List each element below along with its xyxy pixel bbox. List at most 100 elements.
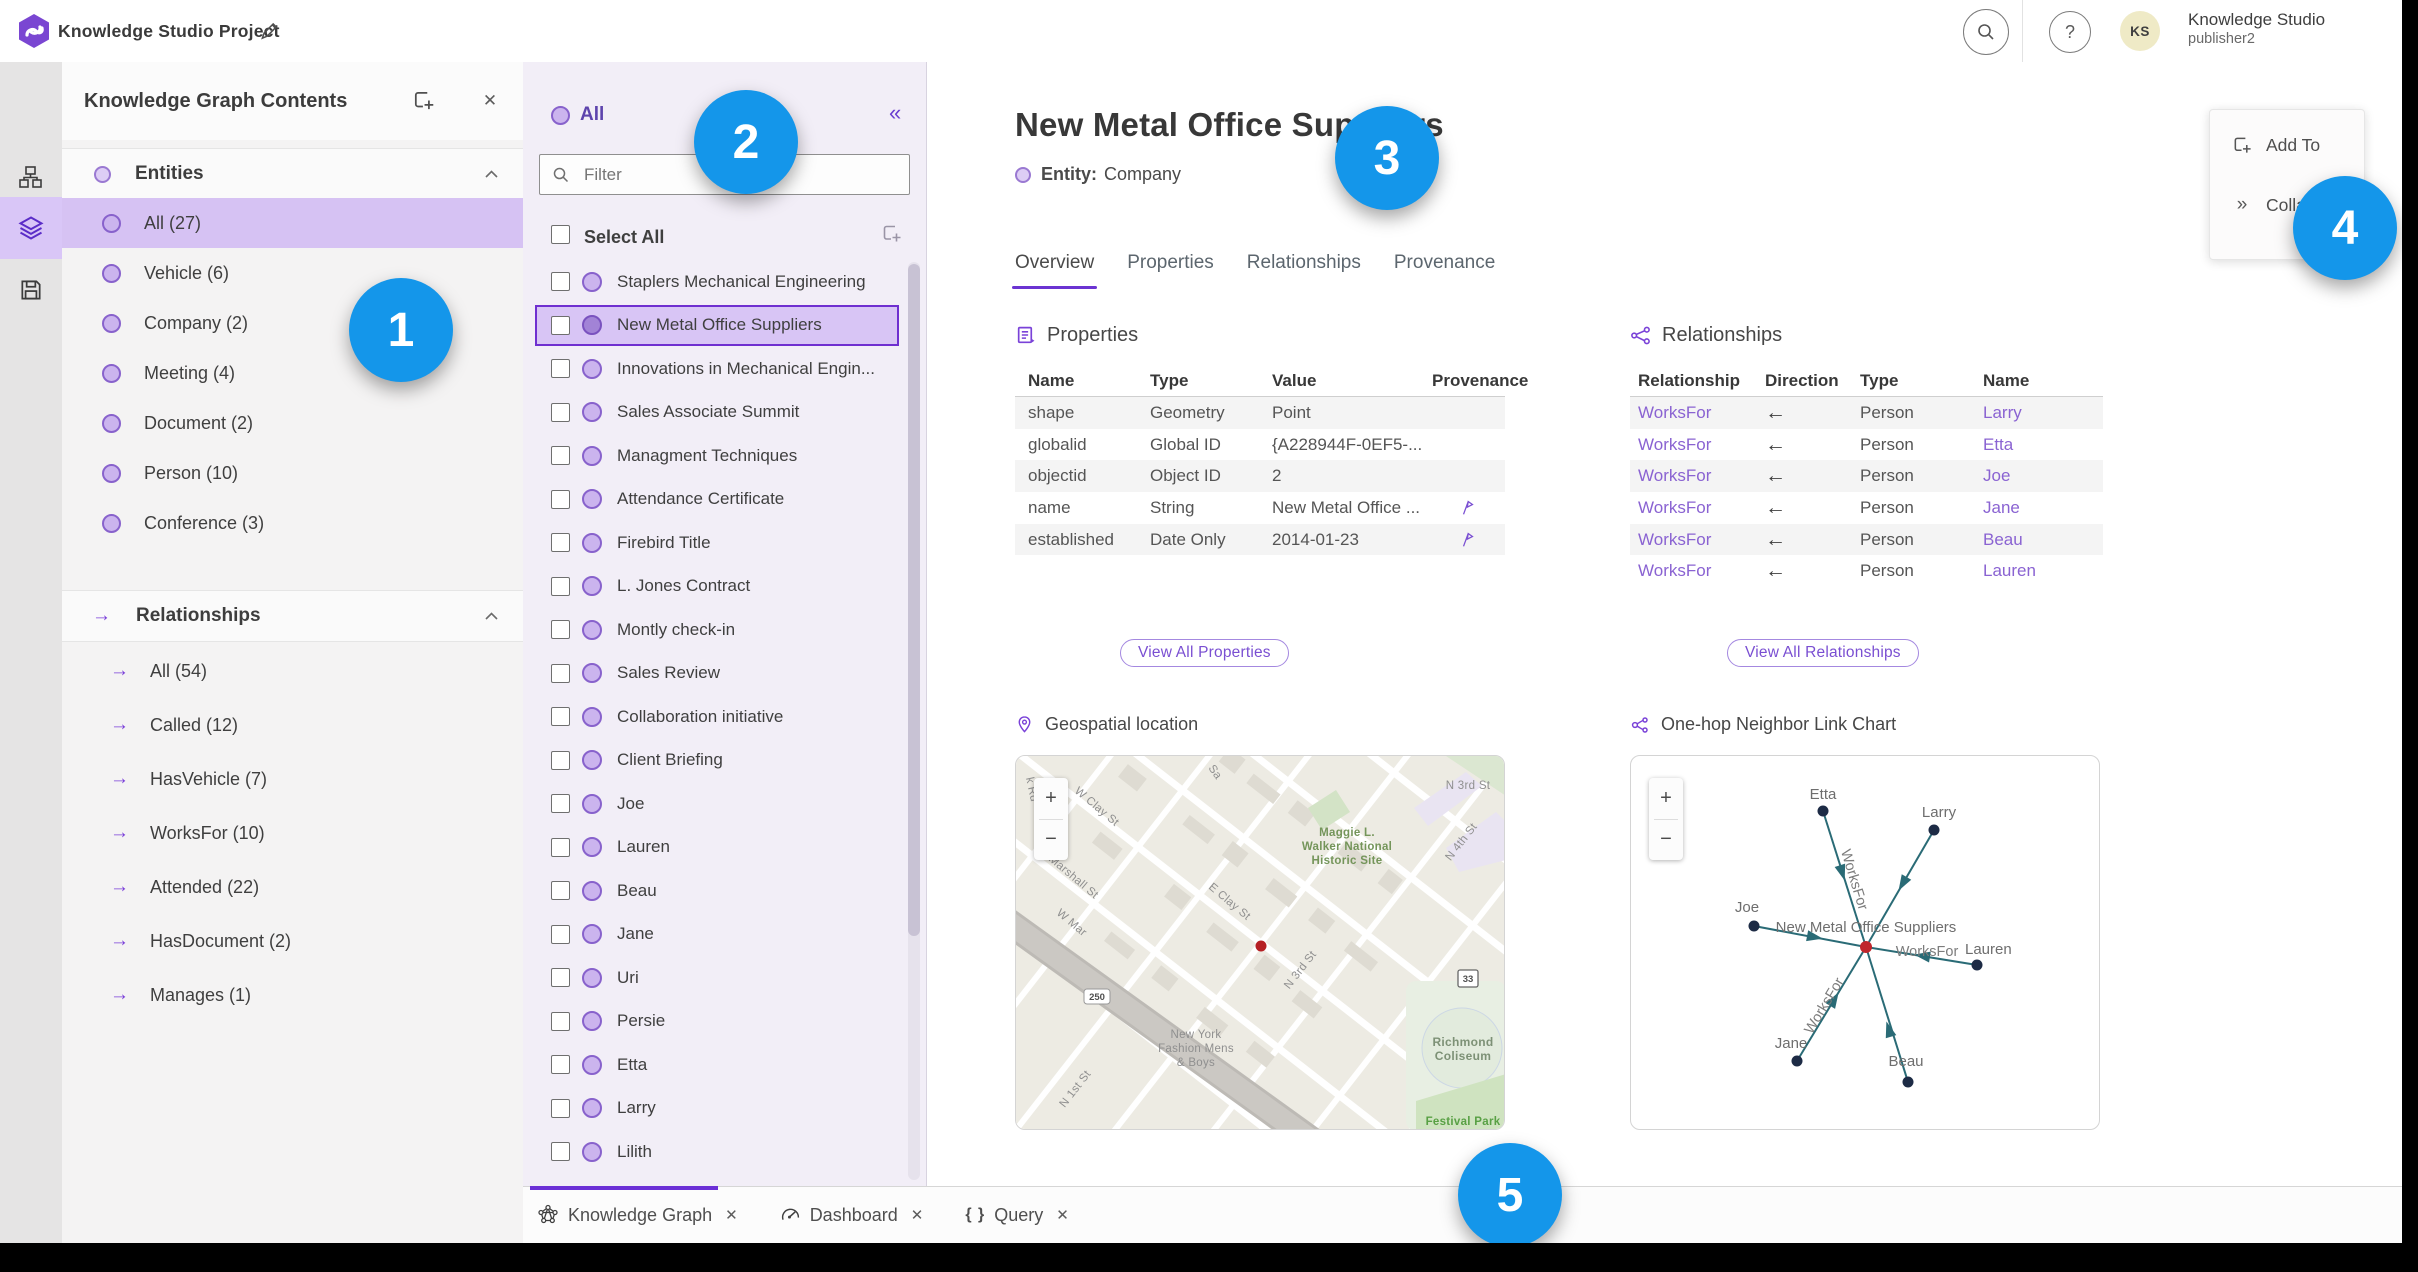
entity-list-item[interactable]: Sales Associate Summit — [523, 391, 926, 435]
entity-checkbox[interactable] — [551, 315, 570, 335]
tab-dashboard[interactable]: Dashboard ✕ — [780, 1205, 923, 1226]
search-button[interactable] — [1963, 9, 2009, 55]
person-node[interactable] — [1748, 920, 1760, 932]
close-panel-button[interactable]: ✕ — [477, 88, 503, 114]
scrollbar-thumb[interactable] — [908, 264, 920, 936]
entities-section-header[interactable]: Entities — [62, 148, 523, 200]
relationship-link[interactable]: WorksFor — [1638, 435, 1765, 455]
view-all-properties-button[interactable]: View All Properties — [1120, 639, 1289, 667]
relationships-section-header[interactable]: → Relationships — [62, 590, 523, 642]
entity-checkbox[interactable] — [551, 707, 570, 727]
entity-type-item[interactable]: Document (2) — [62, 398, 523, 448]
relationship-row[interactable]: WorksFor ← Person Larry — [1630, 397, 2103, 429]
entity-type-item[interactable]: Vehicle (6) — [62, 248, 523, 298]
tab-knowledge-graph[interactable]: Knowledge Graph ✕ — [537, 1204, 738, 1226]
scrollbar-track[interactable] — [908, 262, 920, 1180]
zoom-out-button[interactable]: − — [1649, 820, 1683, 861]
entity-checkbox[interactable] — [551, 533, 570, 553]
person-node[interactable] — [1902, 1076, 1914, 1088]
entity-list-item[interactable]: Attendance Certificate — [523, 478, 926, 522]
collapse-panel-icon[interactable]: « — [889, 100, 901, 126]
entity-list-item[interactable]: Staplers Mechanical Engineering — [523, 260, 926, 304]
entity-list-item[interactable]: L. Jones Contract — [523, 565, 926, 609]
entity-list-item[interactable]: Persie — [523, 1000, 926, 1044]
entity-list-item[interactable]: Joe — [523, 782, 926, 826]
entity-list-item[interactable]: Sales Review — [523, 652, 926, 696]
entity-list-item[interactable]: Client Briefing — [523, 739, 926, 783]
relationship-type-item[interactable]: → Attended (22) — [62, 860, 523, 914]
zoom-in-button[interactable]: + — [1649, 778, 1683, 819]
avatar[interactable]: KS — [2120, 11, 2160, 51]
property-row[interactable]: name String New Metal Office ... — [1015, 492, 1505, 524]
related-entity-link[interactable]: Larry — [1983, 403, 2103, 423]
entity-list-item[interactable]: Collaboration initiative — [523, 695, 926, 739]
entity-type-item[interactable]: Meeting (4) — [62, 348, 523, 398]
entity-list-item[interactable]: Larry — [523, 1087, 926, 1131]
entity-type-item[interactable]: Company (2) — [62, 298, 523, 348]
relationship-type-item[interactable]: → Manages (1) — [62, 968, 523, 1022]
relationship-link[interactable]: WorksFor — [1638, 498, 1765, 518]
relationship-type-item[interactable]: → Called (12) — [62, 698, 523, 752]
entity-checkbox[interactable] — [551, 446, 570, 466]
entity-list-item[interactable]: Lauren — [523, 826, 926, 870]
provenance-flag-icon[interactable] — [1432, 499, 1518, 516]
save-button[interactable] — [0, 259, 62, 321]
entity-checkbox[interactable] — [551, 750, 570, 770]
person-node[interactable] — [1791, 1055, 1803, 1067]
related-entity-link[interactable]: Beau — [1983, 530, 2103, 550]
person-node[interactable] — [1817, 805, 1829, 817]
entity-type-item[interactable]: All (27) — [62, 198, 523, 248]
related-entity-link[interactable]: Lauren — [1983, 561, 2103, 581]
property-row[interactable]: objectid Object ID 2 — [1015, 460, 1505, 493]
entity-list-item[interactable]: Managment Techniques — [523, 434, 926, 478]
entity-list-item[interactable]: Jane — [523, 913, 926, 957]
contents-layers-button[interactable] — [0, 197, 62, 259]
property-row[interactable]: shape Geometry Point — [1015, 397, 1505, 429]
help-button[interactable]: ? — [2049, 11, 2091, 53]
entity-checkbox[interactable] — [551, 576, 570, 596]
entity-checkbox[interactable] — [551, 272, 570, 292]
knowledge-studio-logo-icon[interactable] — [16, 13, 52, 49]
detail-tab[interactable]: Provenance — [1394, 252, 1495, 289]
detail-tab[interactable]: Relationships — [1247, 252, 1361, 289]
relationship-row[interactable]: WorksFor ← Person Lauren — [1630, 555, 2103, 587]
user-block[interactable]: Knowledge Studio publisher2 — [2188, 9, 2325, 48]
entity-checkbox[interactable] — [551, 1055, 570, 1075]
entity-checkbox[interactable] — [551, 794, 570, 814]
relationship-link[interactable]: WorksFor — [1638, 561, 1765, 581]
relationship-type-item[interactable]: → WorksFor (10) — [62, 806, 523, 860]
link-chart-view[interactable]: WorksFor WorksFor WorksFor Etta Larry Jo… — [1630, 755, 2100, 1130]
relationship-row[interactable]: WorksFor ← Person Etta — [1630, 429, 2103, 461]
property-row[interactable]: globalid Global ID {A228944F-0EF5-... — [1015, 429, 1505, 461]
entity-list-item[interactable]: New Metal Office Suppliers — [523, 304, 926, 348]
entity-list-item[interactable]: Montly check-in — [523, 608, 926, 652]
zoom-in-button[interactable]: + — [1034, 778, 1068, 819]
entity-checkbox[interactable] — [551, 489, 570, 509]
relationship-link[interactable]: WorksFor — [1638, 530, 1765, 550]
close-tab-icon[interactable]: ✕ — [725, 1206, 738, 1224]
entity-list-item[interactable]: Uri — [523, 956, 926, 1000]
browser-filter-title[interactable]: All — [580, 104, 604, 126]
relationship-type-item[interactable]: → HasVehicle (7) — [62, 752, 523, 806]
close-tab-icon[interactable]: ✕ — [1056, 1206, 1069, 1224]
tab-query[interactable]: { } Query ✕ — [965, 1205, 1069, 1226]
relationship-row[interactable]: WorksFor ← Person Beau — [1630, 523, 2103, 556]
entity-checkbox[interactable] — [551, 1142, 570, 1162]
entity-list-item[interactable]: Beau — [523, 869, 926, 913]
entity-checkbox[interactable] — [551, 881, 570, 901]
entity-checkbox[interactable] — [551, 402, 570, 422]
expand-rail-button[interactable]: » — [0, 1240, 62, 1243]
entity-checkbox[interactable] — [551, 968, 570, 988]
entity-type-item[interactable]: Conference (3) — [62, 498, 523, 548]
entity-checkbox[interactable] — [551, 924, 570, 944]
person-node[interactable] — [1971, 959, 1983, 971]
map-view[interactable]: 250 33 k Rd W Clay St Sa N 3rd St N 4th … — [1015, 755, 1505, 1130]
detail-tab[interactable]: Properties — [1127, 252, 1214, 289]
zoom-out-button[interactable]: − — [1034, 820, 1068, 861]
relationship-type-item[interactable]: → HasDocument (2) — [62, 914, 523, 968]
view-all-relationships-button[interactable]: View All Relationships — [1727, 639, 1919, 667]
related-entity-link[interactable]: Etta — [1983, 435, 2103, 455]
relationship-row[interactable]: WorksFor ← Person Joe — [1630, 460, 2103, 493]
center-entity-node[interactable] — [1860, 941, 1872, 953]
entity-checkbox[interactable] — [551, 1098, 570, 1118]
